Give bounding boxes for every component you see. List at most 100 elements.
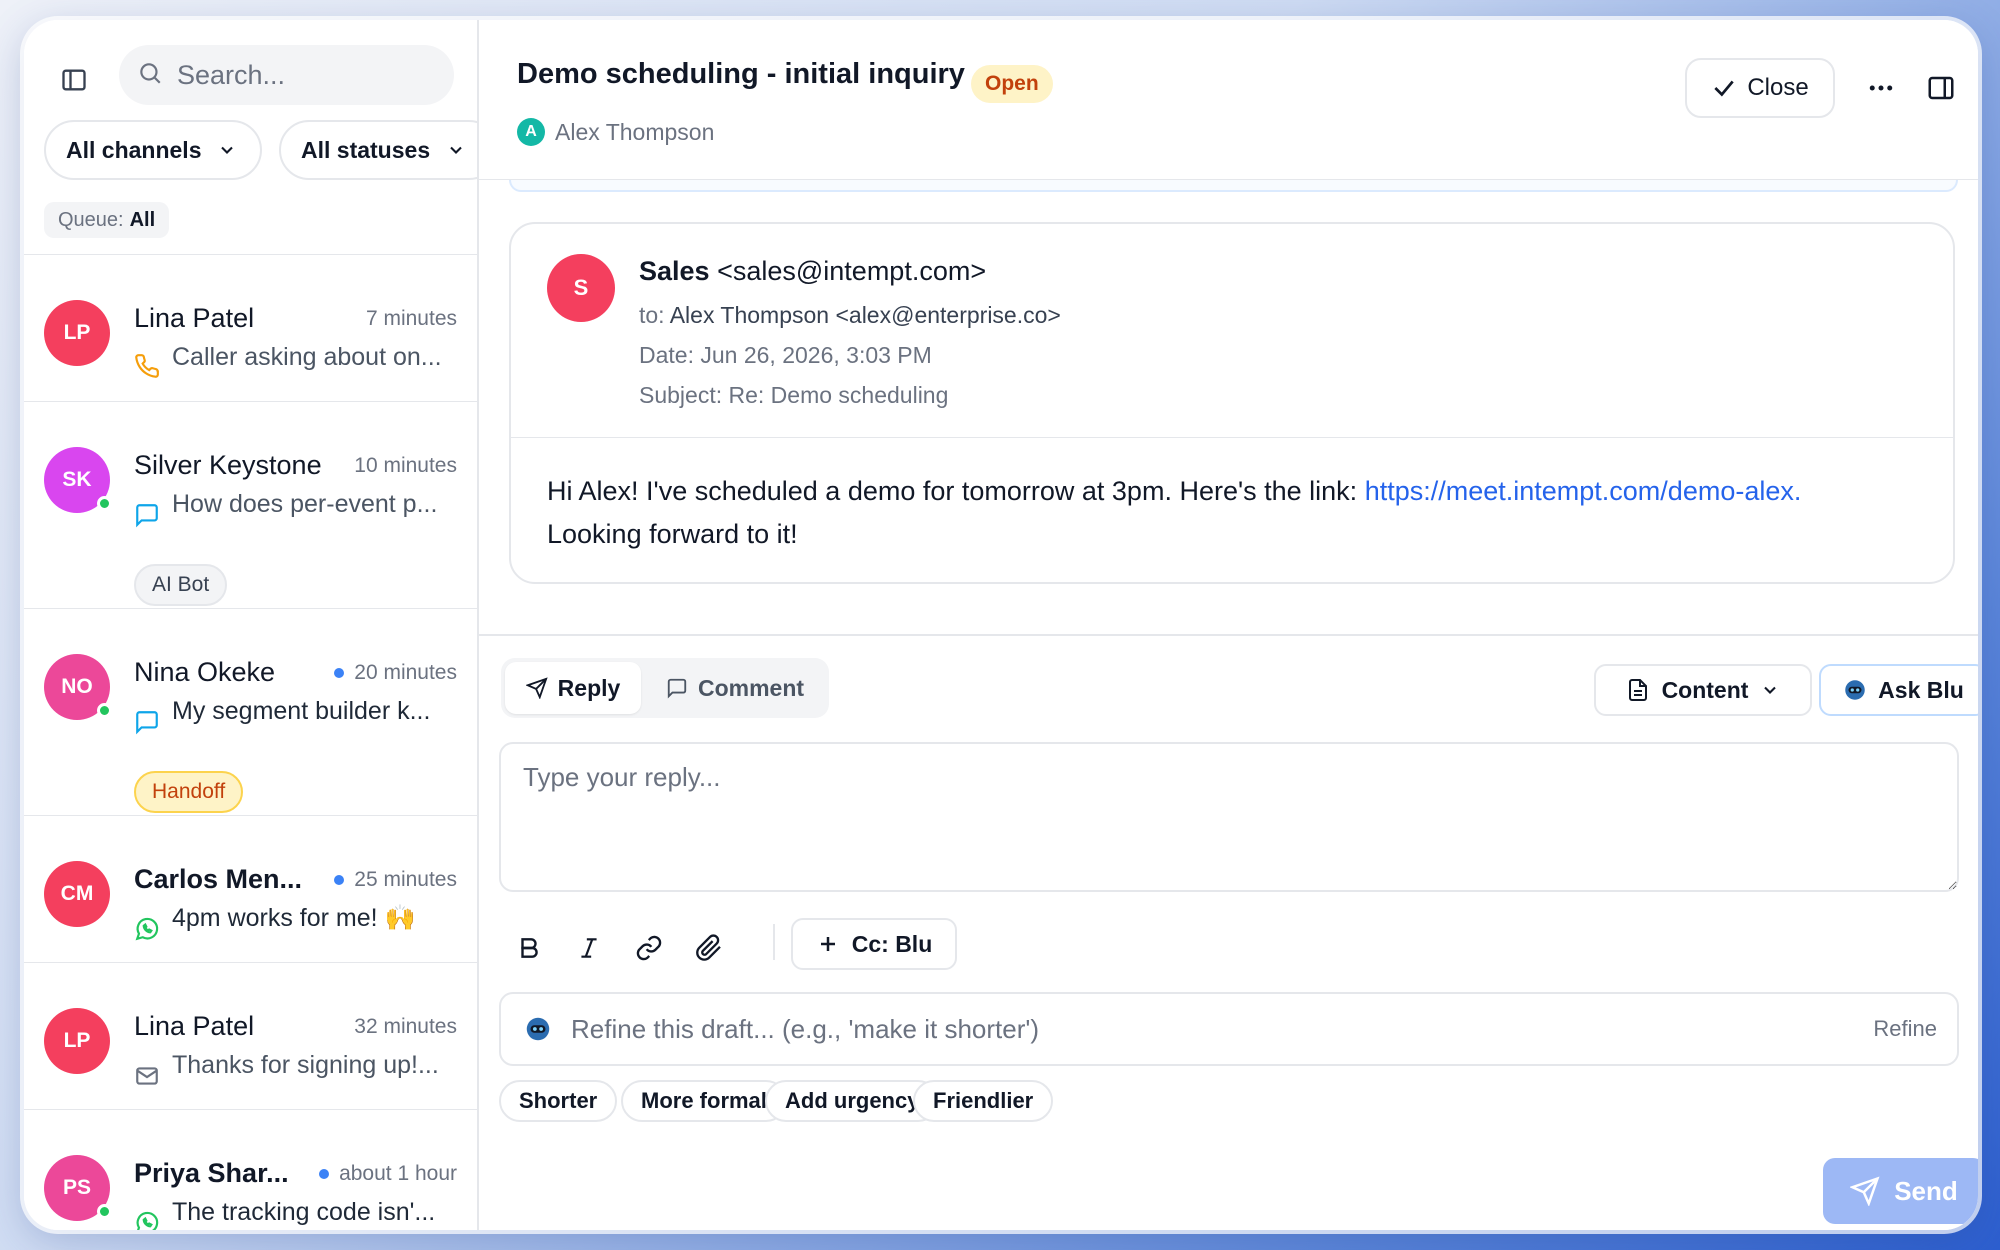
chip-friendlier[interactable]: Friendlier xyxy=(913,1080,1054,1122)
avatar: NO xyxy=(44,654,112,720)
ai-bot-tag: AI Bot xyxy=(134,564,228,606)
conversation-time: 20 minutes xyxy=(334,661,457,685)
chip-shorter[interactable]: Shorter xyxy=(499,1080,618,1122)
conversation-time: about 1 hour xyxy=(319,1162,457,1186)
bold-icon[interactable] xyxy=(507,926,551,970)
conversation-item[interactable]: LP Lina Patel 7 minutes Caller asking ab… xyxy=(24,255,477,402)
send-button[interactable]: Send xyxy=(1823,1158,1978,1224)
tab-reply[interactable]: Reply xyxy=(505,662,641,714)
conversation-item[interactable]: CM Carlos Men... 25 minutes 4pm works fo… xyxy=(24,816,477,963)
content-dropdown-button[interactable]: Content xyxy=(1594,664,1812,716)
tab-reply-label: Reply xyxy=(557,674,621,701)
unread-dot xyxy=(319,1169,330,1179)
ask-blu-button[interactable]: Ask Blu xyxy=(1819,664,1978,716)
conversation-item[interactable]: SK Silver Keystone 10 minutes How does p… xyxy=(24,402,477,609)
close-label: Close xyxy=(1747,74,1809,101)
chip-more-formal[interactable]: More formal xyxy=(621,1080,787,1122)
chat-icon xyxy=(134,502,162,530)
close-conversation-button[interactable]: Close xyxy=(1685,58,1835,118)
italic-icon[interactable] xyxy=(567,926,611,970)
more-options-icon[interactable] xyxy=(1859,66,1903,110)
chevron-down-icon xyxy=(1764,686,1777,694)
conversation-preview: How does per-event p... xyxy=(172,490,438,518)
send-icon xyxy=(1850,1176,1880,1206)
conversation-item[interactable]: NO Nina Okeke 20 minutes My segment buil… xyxy=(24,609,477,816)
email-to: to: Alex Thompson <alex@enterprise.co> xyxy=(639,302,1061,329)
sender-name: Sales xyxy=(639,256,710,286)
conversation-name: Lina Patel xyxy=(134,303,255,333)
to-label: to: xyxy=(639,302,665,328)
document-icon xyxy=(1628,679,1647,701)
chevron-down-icon xyxy=(450,146,462,154)
toolbar-divider xyxy=(773,924,775,960)
status-filter-label: All statuses xyxy=(301,136,431,163)
contact-name: Alex Thompson xyxy=(555,118,715,145)
refine-draft-box: Refine xyxy=(499,992,1959,1066)
cc-blu-label: Cc: Blu xyxy=(851,930,933,957)
avatar: LP xyxy=(44,1008,110,1074)
conversation-time: 25 minutes xyxy=(334,868,457,892)
toggle-details-panel-icon[interactable] xyxy=(1919,66,1963,110)
link-icon[interactable] xyxy=(627,926,671,970)
attachment-icon[interactable] xyxy=(687,926,731,970)
sidebar-toggle-icon[interactable] xyxy=(54,60,94,100)
body-text-closing: Looking forward to it! xyxy=(547,519,798,549)
conversation-preview: Caller asking about on... xyxy=(172,343,442,371)
composer-tabs: Reply Comment xyxy=(501,658,829,718)
ask-blu-label: Ask Blu xyxy=(1878,676,1964,703)
conversation-name: Silver Keystone xyxy=(134,450,322,480)
email-from: Sales <sales@intempt.com> xyxy=(639,256,986,287)
content-label: Content xyxy=(1661,676,1749,703)
status-filter-dropdown[interactable]: All statuses xyxy=(279,120,477,180)
queue-label: Queue: xyxy=(58,208,124,231)
plus-icon xyxy=(820,937,835,951)
conversation-time: 7 minutes xyxy=(365,307,457,330)
conversation-name: Carlos Men... xyxy=(134,864,303,894)
conversation-preview: My segment builder k... xyxy=(172,697,431,725)
channel-filter-dropdown[interactable]: All channels xyxy=(44,120,262,180)
avatar: S xyxy=(547,254,615,322)
conversation-preview: Thanks for signing up!... xyxy=(172,1051,439,1079)
unread-dot xyxy=(334,668,345,678)
online-indicator xyxy=(97,1204,112,1219)
tab-comment-label: Comment xyxy=(697,674,805,701)
contact-info[interactable]: A Alex Thompson xyxy=(517,118,714,146)
conversation-name: Nina Okeke xyxy=(134,657,276,687)
chevron-down-icon xyxy=(221,146,234,154)
conversation-time: 32 minutes xyxy=(354,1015,457,1038)
conversation-header: Demo scheduling - initial inquiry Open A… xyxy=(479,20,1978,180)
search-input[interactable] xyxy=(177,59,427,91)
conversation-item[interactable]: LP Lina Patel 32 minutes Thanks for sign… xyxy=(24,963,477,1110)
queue-badge[interactable]: Queue: All xyxy=(44,202,170,238)
page-title: Demo scheduling - initial inquiry xyxy=(517,58,965,90)
tab-comment[interactable]: Comment xyxy=(645,662,825,714)
unread-dot xyxy=(334,875,345,885)
to-value: Alex Thompson <alex@enterprise.co> xyxy=(669,302,1061,328)
avatar: PS xyxy=(44,1155,112,1221)
whatsapp-icon xyxy=(134,1210,162,1230)
status-badge: Open xyxy=(971,65,1053,103)
handoff-tag: Handoff xyxy=(134,771,244,813)
search-box[interactable] xyxy=(119,45,454,105)
blu-bot-icon xyxy=(526,1017,550,1041)
sender-address: <sales@intempt.com> xyxy=(717,256,987,286)
demo-link[interactable]: https://meet.intempt.com/demo-alex. xyxy=(1365,476,1802,506)
avatar: A xyxy=(517,118,545,146)
body-text: Hi Alex! I've scheduled a demo for tomor… xyxy=(547,476,1365,506)
conversation-item[interactable]: PS Priya Shar... about 1 hour The tracki… xyxy=(24,1110,477,1230)
send-icon xyxy=(525,677,548,699)
avatar: CM xyxy=(44,861,110,927)
cc-blu-button[interactable]: Cc: Blu xyxy=(791,918,957,970)
whatsapp-icon xyxy=(134,916,162,944)
refine-button[interactable]: Refine xyxy=(1873,1016,1937,1042)
app-window: All channels All statuses Queue: All LP … xyxy=(24,20,1978,1230)
reply-textarea[interactable] xyxy=(499,742,1959,892)
chat-icon xyxy=(134,709,162,737)
send-label: Send xyxy=(1894,1175,1958,1206)
avatar: LP xyxy=(44,300,110,366)
refine-input[interactable] xyxy=(571,1013,1751,1045)
channel-filter-label: All channels xyxy=(66,136,202,163)
conversation-preview: 4pm works for me! 🙌 xyxy=(172,904,416,932)
blu-bot-icon xyxy=(1845,680,1865,700)
email-body: Hi Alex! I've scheduled a demo for tomor… xyxy=(547,470,1927,556)
